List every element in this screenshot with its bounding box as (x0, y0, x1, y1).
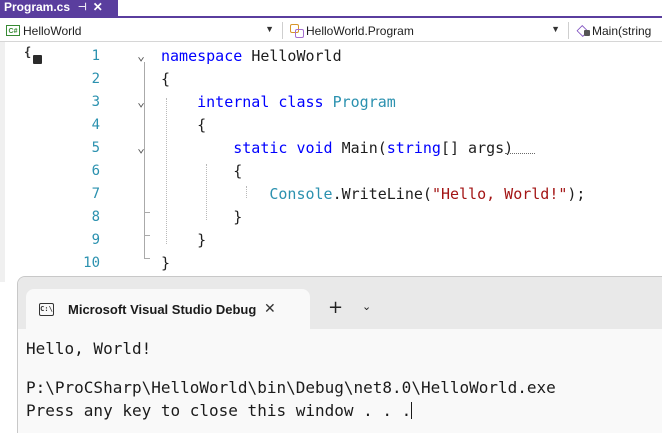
console-prompt-text: Press any key to close this window . . . (26, 401, 412, 420)
code-editor[interactable]: { 1 ⌄ namespace HelloWorld 2{3 ⌄ internal cl… (0, 42, 662, 294)
line-number: 8 (91, 209, 100, 225)
code-text: } (161, 206, 242, 229)
code-token: } (161, 254, 171, 272)
console-line: P:\ProCSharp\HelloWorld\bin\Debug\net8.0… (26, 378, 556, 397)
type-dropdown[interactable]: HelloWorld.Program ▼ (284, 21, 566, 40)
code-token: { (161, 70, 171, 88)
line-number: 6 (91, 163, 100, 179)
collapse-chevron-icon[interactable]: ⌄ (135, 45, 147, 68)
line-number: 4 (91, 117, 100, 133)
line-number: 7 (91, 186, 100, 202)
code-token: } (161, 231, 207, 249)
code-token: Main( (341, 139, 387, 157)
method-icon (576, 24, 590, 37)
navbar-separator (282, 22, 283, 39)
code-line[interactable]: 7 Console.WriteLine("Hello, World!"); (0, 183, 662, 206)
line-number: 2 (91, 71, 100, 87)
code-text: Console.WriteLine("Hello, World!"); (161, 183, 585, 206)
code-text: } (161, 252, 170, 275)
chevron-down-icon: ▼ (265, 24, 274, 34)
line-number: 1 (91, 48, 100, 64)
code-line[interactable]: 5 ⌄ static void Main(string[] args) (0, 137, 662, 160)
code-token: static (233, 139, 297, 157)
code-line[interactable]: 3 ⌄ internal class Program (0, 91, 662, 114)
member-dropdown-label: Main(string (592, 23, 652, 38)
code-token: namespace (161, 47, 252, 65)
debug-console-window[interactable]: C:\ Microsoft Visual Studio Debug ✕ + ⌄ … (17, 276, 662, 433)
code-text: } (161, 229, 206, 252)
code-token: ); (567, 185, 586, 203)
code-token: string (386, 139, 441, 157)
csharp-project-icon: C# (6, 25, 20, 36)
code-line[interactable]: 1 ⌄ namespace HelloWorld (0, 45, 662, 68)
chevron-down-icon[interactable]: ⌄ (362, 300, 371, 313)
chevron-down-icon: ▼ (551, 24, 560, 34)
tab-underline (0, 16, 662, 18)
code-line[interactable]: 9 } (0, 229, 662, 252)
code-line[interactable]: 6 { (0, 160, 662, 183)
code-text: { (161, 160, 242, 183)
code-text: internal class Program (161, 91, 396, 114)
member-dropdown[interactable]: Main(string (570, 21, 662, 40)
console-tab-title: Microsoft Visual Studio Debug (68, 301, 257, 317)
code-token: .WriteLine( (332, 185, 432, 203)
code-token: class (278, 93, 333, 111)
navigation-bar: C# HelloWorld ▼ HelloWorld.Program ▼ Mai… (0, 20, 662, 42)
collapse-chevron-icon[interactable]: ⌄ (135, 91, 147, 114)
line-number: 3 (91, 94, 100, 110)
code-token: [] args) (440, 139, 514, 157)
code-token: "Hello, World!" (431, 185, 568, 203)
type-dropdown-label: HelloWorld.Program (306, 23, 414, 38)
code-token: HelloWorld (251, 47, 342, 65)
console-tab[interactable]: C:\ Microsoft Visual Studio Debug ✕ (26, 289, 310, 329)
close-tab-icon[interactable]: ✕ (93, 0, 103, 14)
text-cursor (411, 402, 413, 419)
line-number: 9 (91, 232, 100, 248)
terminal-icon: C:\ (39, 302, 54, 316)
document-tab-title: Program.cs (4, 0, 71, 14)
suggestion-dots (505, 150, 535, 154)
code-text: { (161, 68, 170, 91)
code-token: internal (197, 93, 279, 111)
navbar-separator (568, 22, 569, 39)
code-token: Program (332, 93, 396, 111)
document-tab-strip: Program.cs ⊣ ✕ (0, 0, 662, 18)
code-token: } (161, 208, 243, 226)
line-number: 5 (91, 140, 100, 156)
console-line: Press any key to close this window . . . (26, 401, 413, 420)
code-text: namespace HelloWorld (161, 45, 342, 68)
code-token: Console (269, 185, 333, 203)
line-number: 10 (83, 255, 100, 271)
console-output[interactable]: Hello, World! P:\ProCSharp\HelloWorld\bi… (18, 329, 662, 433)
code-line[interactable]: 4 { (0, 114, 662, 137)
close-icon[interactable]: ✕ (264, 301, 276, 317)
code-text: static void Main(string[] args) (161, 137, 513, 160)
code-line[interactable]: 2{ (0, 68, 662, 91)
code-token: { (161, 116, 207, 134)
project-dropdown[interactable]: C# HelloWorld ▼ (0, 21, 280, 40)
new-tab-button[interactable]: + (328, 297, 343, 318)
console-line: Hello, World! (26, 339, 152, 358)
collapse-chevron-icon[interactable]: ⌄ (135, 137, 147, 160)
pin-icon[interactable]: ⊣ (78, 2, 87, 13)
code-text: { (161, 114, 206, 137)
code-line[interactable]: 8 } (0, 206, 662, 229)
console-tab-bar: C:\ Microsoft Visual Studio Debug ✕ + ⌄ (18, 277, 662, 329)
project-dropdown-label: HelloWorld (23, 23, 82, 38)
code-token: void (296, 139, 342, 157)
code-token: { (161, 162, 243, 180)
code-line[interactable]: 10} (0, 252, 662, 275)
class-icon (290, 24, 304, 38)
